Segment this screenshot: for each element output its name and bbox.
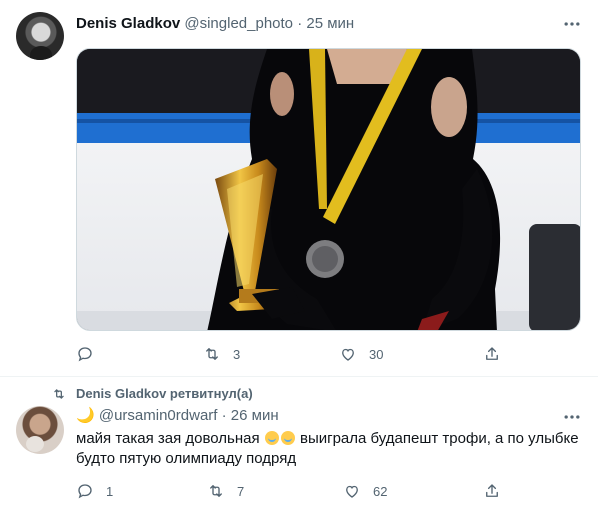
tweet[interactable]: Denis Gladkov @singled_photo · 25 мин 3 … bbox=[0, 0, 598, 377]
separator: · bbox=[221, 407, 227, 424]
reply-button[interactable]: 1 bbox=[76, 481, 113, 501]
retweet-count: 7 bbox=[237, 483, 245, 499]
more-icon[interactable] bbox=[562, 14, 582, 34]
share-icon bbox=[486, 347, 498, 360]
author-name-emoji[interactable]: 🌙 bbox=[76, 407, 95, 424]
like-button[interactable]: 30 bbox=[339, 344, 383, 364]
share-icon bbox=[486, 484, 498, 497]
like-count: 30 bbox=[369, 346, 384, 362]
separator: · bbox=[297, 15, 303, 32]
loudly-crying-face-emoji bbox=[264, 431, 279, 445]
share-button[interactable] bbox=[483, 481, 501, 501]
author-handle[interactable]: @ursamin0rdwarf bbox=[99, 407, 218, 424]
tweet-header: 🌙 @ursamin0rdwarf · 26 мин bbox=[76, 406, 279, 426]
tweet-text: майя такая зая довольная выиграла будапе… bbox=[76, 429, 581, 469]
loudly-crying-face-emoji bbox=[280, 431, 295, 445]
like-count: 62 bbox=[373, 483, 388, 499]
avatar[interactable] bbox=[16, 406, 64, 454]
tweet-text-part1: майя такая зая довольная bbox=[76, 430, 260, 447]
timestamp[interactable]: 26 мин bbox=[231, 407, 279, 424]
reply-count: 1 bbox=[106, 483, 114, 499]
tweet-photo[interactable] bbox=[76, 48, 581, 331]
retweet-button[interactable]: 7 bbox=[207, 481, 244, 501]
retweet-icon bbox=[206, 348, 218, 360]
tweet-header: Denis Gladkov @singled_photo · 25 мин bbox=[76, 14, 354, 34]
avatar[interactable] bbox=[16, 12, 64, 60]
more-icon[interactable] bbox=[562, 407, 582, 427]
retweet-icon bbox=[210, 485, 222, 497]
like-button[interactable]: 62 bbox=[343, 481, 387, 501]
reply-icon bbox=[78, 347, 92, 362]
reply-button[interactable] bbox=[76, 344, 106, 364]
timestamp[interactable]: 25 мин bbox=[306, 15, 354, 32]
tweet[interactable]: Denis Gladkov ретвитнул(а) 🌙 @ursamin0rd… bbox=[0, 377, 598, 514]
retweeted-by-label[interactable]: Denis Gladkov ретвитнул(а) bbox=[76, 386, 253, 402]
photo-figure-skater-with-trophy bbox=[77, 49, 580, 330]
like-icon bbox=[342, 348, 354, 361]
author-handle[interactable]: @singled_photo bbox=[184, 15, 293, 32]
like-icon bbox=[346, 485, 358, 498]
share-button[interactable] bbox=[483, 344, 501, 364]
retweet-count: 3 bbox=[233, 346, 241, 362]
retweet-button[interactable]: 3 bbox=[203, 344, 240, 364]
retweet-context-icon bbox=[54, 389, 64, 399]
author-name[interactable]: Denis Gladkov bbox=[76, 15, 180, 32]
reply-icon bbox=[78, 484, 92, 499]
